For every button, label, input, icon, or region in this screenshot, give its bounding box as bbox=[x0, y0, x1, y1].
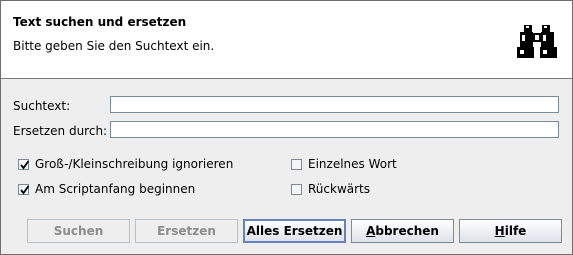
backwards-label: Rückwärts bbox=[308, 182, 371, 196]
checkbox-checked-icon bbox=[18, 183, 30, 195]
cancel-mnemonic: A bbox=[366, 224, 376, 238]
banner-title: Text suchen und ersetzen bbox=[13, 15, 187, 29]
ignore-case-checkbox[interactable]: Groß-/Kleinschreibung ignorieren bbox=[18, 157, 233, 171]
help-label-rest: ilfe bbox=[504, 224, 527, 238]
from-start-checkbox[interactable]: Am Scriptanfang beginnen bbox=[18, 182, 195, 196]
binoculars-icon bbox=[516, 23, 558, 59]
help-button[interactable]: Hilfe bbox=[459, 219, 562, 243]
replace-label: Ersetzen durch: bbox=[13, 124, 108, 138]
checkbox-unchecked-icon bbox=[291, 158, 302, 170]
search-replace-dialog: Text suchen und ersetzen Bitte geben Sie… bbox=[0, 0, 573, 255]
search-label: Suchtext: bbox=[13, 99, 71, 113]
replace-button[interactable]: Ersetzen bbox=[135, 219, 238, 243]
whole-word-label: Einzelnes Wort bbox=[308, 157, 397, 171]
backwards-checkbox[interactable]: Rückwärts bbox=[291, 182, 370, 196]
cancel-label-rest: bbrechen bbox=[375, 224, 439, 238]
search-button[interactable]: Suchen bbox=[27, 219, 130, 243]
checkbox-checked-icon bbox=[18, 158, 30, 170]
search-input[interactable] bbox=[110, 96, 559, 113]
ignore-case-label: Groß-/Kleinschreibung ignorieren bbox=[35, 157, 234, 171]
help-mnemonic: H bbox=[494, 224, 505, 238]
whole-word-checkbox[interactable]: Einzelnes Wort bbox=[291, 157, 397, 171]
replace-input[interactable] bbox=[110, 121, 559, 138]
cancel-button[interactable]: Abbrechen bbox=[351, 219, 454, 243]
dialog-banner: Text suchen und ersetzen Bitte geben Sie… bbox=[1, 1, 572, 79]
checkbox-unchecked-icon bbox=[291, 183, 302, 195]
banner-subtitle: Bitte geben Sie den Suchtext ein. bbox=[13, 39, 215, 53]
from-start-label: Am Scriptanfang beginnen bbox=[35, 182, 196, 196]
replace-all-button[interactable]: Alles Ersetzen bbox=[243, 219, 346, 243]
